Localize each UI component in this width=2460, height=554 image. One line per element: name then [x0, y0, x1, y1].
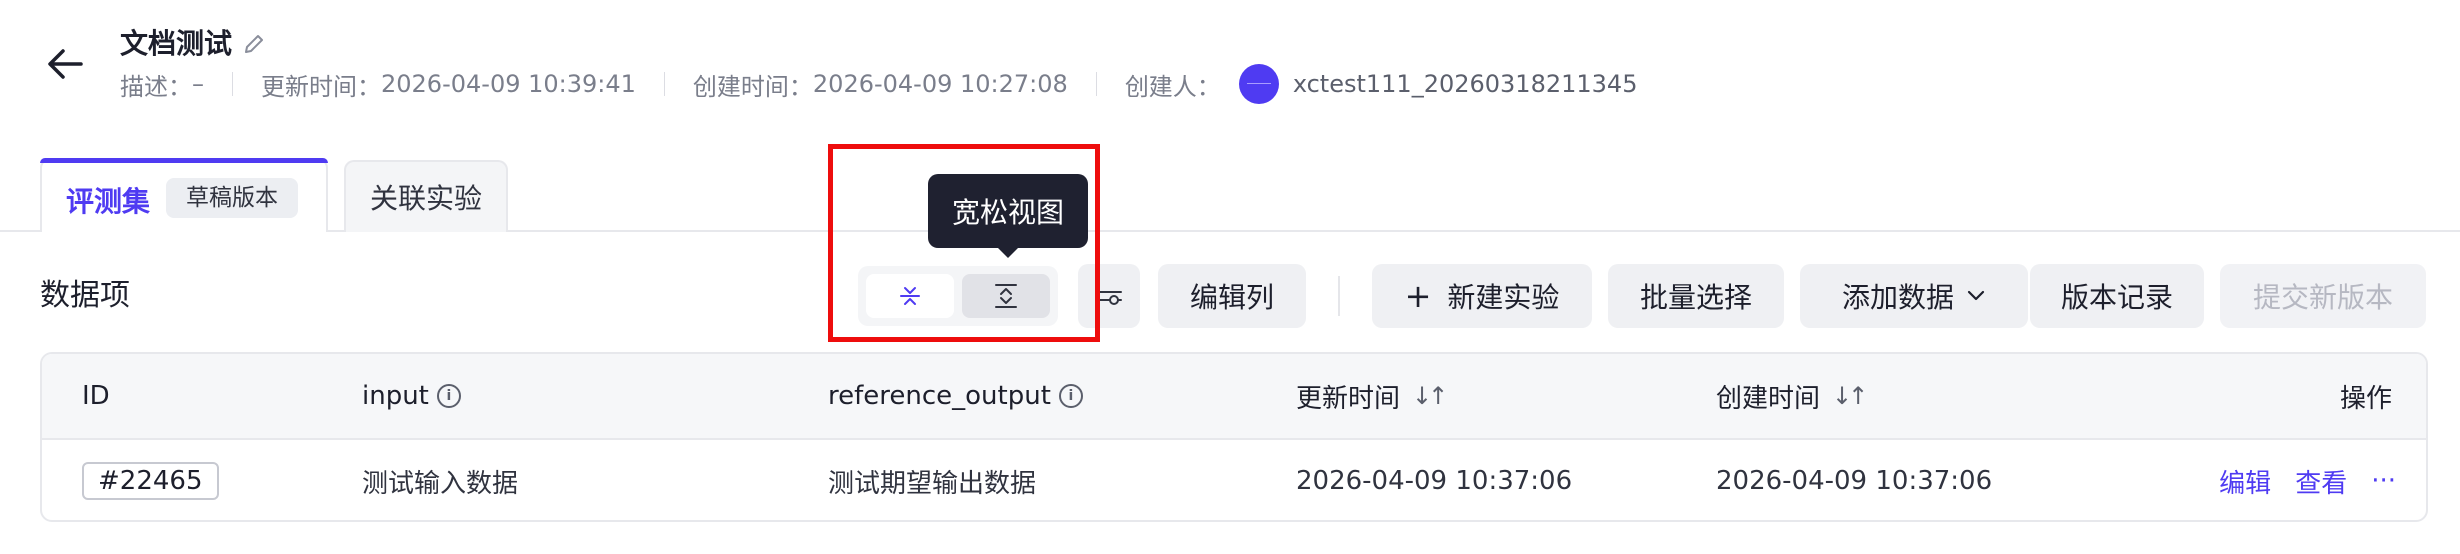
meta-divider — [232, 72, 233, 96]
draft-version-badge: 草稿版本 — [166, 178, 298, 218]
info-icon[interactable]: i — [1058, 384, 1083, 408]
view-row-link[interactable]: 查看 — [2295, 463, 2347, 500]
tooltip-arrow — [996, 246, 1020, 258]
info-icon[interactable]: i — [436, 384, 461, 408]
version-history-button[interactable]: 版本记录 — [2030, 264, 2204, 328]
plus-icon: + — [1404, 277, 1432, 315]
batch-select-button[interactable]: 批量选择 — [1608, 264, 1784, 328]
chevron-down-icon — [1967, 290, 1985, 301]
description-label: 描述： — [120, 72, 192, 101]
filter-settings-icon — [1096, 291, 1122, 305]
more-actions-icon[interactable]: ··· — [2371, 466, 2396, 496]
column-header-id: ID — [82, 354, 110, 438]
tab-eval-set[interactable]: 评测集 草稿版本 — [40, 158, 328, 232]
meta-row: 描述： – 更新时间： 2026-04-09 10:39:41 创建时间： 20… — [120, 64, 1638, 104]
column-header-label: reference_output — [828, 381, 1051, 411]
cell-actions: 编辑 查看 ··· — [2219, 440, 2396, 520]
meta-divider — [663, 72, 665, 96]
edit-columns-button[interactable]: 编辑列 — [1158, 264, 1306, 328]
tab-eval-set-label: 评测集 — [66, 185, 151, 218]
meta-divider — [1095, 72, 1097, 96]
created-label: 创建时间： — [692, 72, 813, 101]
filter-settings-button[interactable] — [1078, 264, 1140, 328]
loose-view-icon — [995, 284, 1017, 308]
data-table: ID input i reference_output i 更新时间 ↓↑ 创建… — [40, 352, 2428, 522]
table-row[interactable]: #22465 测试输入数据 测试期望输出数据 2026-04-09 10:37:… — [42, 440, 2426, 520]
description-value: – — [192, 70, 204, 98]
column-header-label: 创建时间 — [1716, 383, 1821, 414]
loose-view-button[interactable] — [962, 274, 1050, 318]
column-header-label: input — [362, 381, 429, 411]
sort-icon[interactable]: ↓↑ — [1832, 382, 1868, 410]
add-data-dropdown[interactable]: 添加数据 — [1800, 264, 2028, 328]
column-header-actions: 操作 — [2340, 354, 2392, 438]
creator-label: 创建人： — [1124, 72, 1221, 101]
column-header-input: input i — [362, 354, 461, 438]
toolbar-divider — [1338, 276, 1340, 316]
creator-avatar — [1238, 64, 1279, 104]
creator-name: xctest111_20260318211345 — [1292, 70, 1638, 98]
density-toggle — [858, 266, 1058, 326]
new-experiment-button[interactable]: + 新建实验 — [1372, 264, 1592, 328]
cell-id: #22465 — [82, 440, 219, 520]
edit-title-pencil-icon[interactable] — [240, 30, 268, 58]
updated-value: 2026-04-09 10:39:41 — [381, 70, 636, 98]
compact-view-icon — [900, 287, 920, 305]
cell-updated: 2026-04-09 10:37:06 — [1296, 466, 1573, 496]
edit-row-link[interactable]: 编辑 — [2219, 463, 2271, 500]
column-header-reference-output: reference_output i — [828, 354, 1083, 438]
active-tab-indicator — [40, 158, 328, 163]
add-data-label: 添加数据 — [1841, 281, 1954, 314]
column-header-updated: 更新时间 ↓↑ — [1296, 354, 1448, 438]
back-arrow-icon[interactable] — [44, 42, 88, 86]
new-experiment-label: 新建实验 — [1447, 281, 1560, 314]
loose-view-tooltip: 宽松视图 — [928, 174, 1088, 248]
sort-icon[interactable]: ↓↑ — [1412, 382, 1448, 410]
created-value: 2026-04-09 10:27:08 — [812, 70, 1068, 98]
column-header-label: 更新时间 — [1296, 383, 1401, 414]
table-header: ID input i reference_output i 更新时间 ↓↑ 创建… — [42, 354, 2426, 440]
section-title: 数据项 — [40, 278, 130, 313]
updated-label: 更新时间： — [261, 72, 381, 101]
compact-view-button[interactable] — [866, 274, 954, 318]
column-header-label: ID — [82, 381, 110, 411]
submit-version-button[interactable]: 提交新版本 — [2220, 264, 2426, 328]
cell-reference-output: 测试期望输出数据 — [828, 468, 1037, 499]
column-header-label: 操作 — [2339, 383, 2392, 414]
cell-input: 测试输入数据 — [362, 468, 519, 499]
id-badge[interactable]: #22465 — [82, 462, 219, 500]
column-header-created: 创建时间 ↓↑ — [1716, 354, 1868, 438]
cell-created: 2026-04-09 10:37:06 — [1716, 466, 1993, 496]
tab-linked-experiments[interactable]: 关联实验 — [344, 160, 508, 232]
page-title: 文档测试 — [120, 27, 233, 60]
